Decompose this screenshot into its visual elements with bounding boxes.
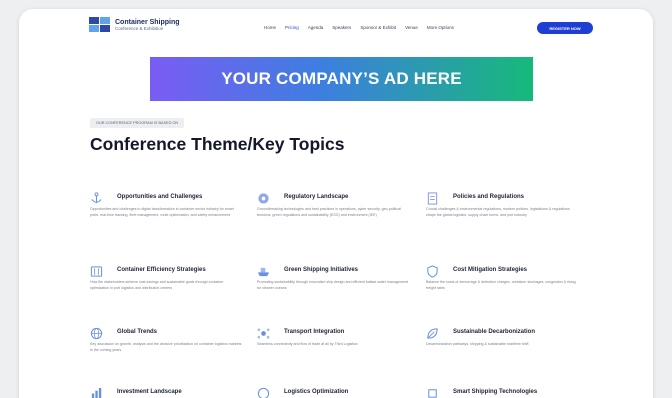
section-title: Conference Theme/Key Topics: [90, 134, 345, 154]
logo-text: Container Shipping Conference & Exhibiti…: [115, 19, 180, 32]
logo-subtitle: Conference & Exhibition: [115, 25, 164, 31]
nav-item-home[interactable]: Home: [264, 25, 276, 30]
network-icon: [257, 328, 270, 339]
topic-description: Opportunities and challenges in digital …: [90, 207, 234, 217]
anchor-icon: [91, 192, 102, 204]
globe-icon: [90, 327, 103, 340]
browser-frame: Container Shipping Conference & Exhibiti…: [19, 9, 653, 398]
nav-item-speakers[interactable]: Speakers: [332, 25, 351, 30]
topic-description: How the stakeholders achieve cost saving…: [90, 280, 224, 290]
ship-icon: [257, 267, 270, 277]
topic-title: Container Efficiency Strategies: [117, 267, 206, 273]
site-logo[interactable]: Container Shipping Conference & Exhibiti…: [89, 17, 180, 33]
topic-description: Decarbonization pathways, shipping & sus…: [426, 342, 529, 346]
topic-description: Seamless connectivity and flow of trade …: [257, 342, 358, 346]
main-nav: Home Pricing Agenda Speakers Sponsor & E…: [264, 25, 454, 30]
topic-description: Key discussion on growth, analysis and t…: [90, 342, 242, 352]
chart-icon: [91, 387, 102, 398]
topic-description: Crucial challenges & environmental regul…: [426, 207, 570, 217]
ad-banner-text: YOUR COMPANY’S AD HERE: [221, 69, 462, 88]
topic-title: Transport Integration: [284, 329, 345, 335]
nav-item-venue[interactable]: Venue: [405, 25, 418, 30]
container-icon: [90, 266, 103, 277]
gear-icon: [258, 193, 269, 204]
site-header: Container Shipping Conference & Exhibiti…: [19, 9, 653, 43]
section-badge: OUR CONFERENCE PROGRAM IS BASED ON: [90, 118, 185, 128]
topic-title: Investment Landscape: [117, 389, 182, 395]
topic-title: Sustainable Decarbonization: [453, 329, 536, 335]
topic-title: Policies and Regulations: [453, 194, 525, 200]
logo-mark-icon: [89, 17, 111, 33]
route-icon: [257, 387, 270, 398]
topic-title: Smart Shipping Technologies: [453, 389, 538, 395]
topic-title: Green Shipping Initiatives: [284, 267, 359, 273]
topic-title: Logistics Optimization: [284, 389, 349, 395]
document-icon: [427, 192, 438, 205]
nav-item-pricing[interactable]: Pricing: [285, 25, 299, 30]
nav-item-agenda[interactable]: Agenda: [308, 25, 324, 30]
topic-title: Cost Mitigation Strategies: [453, 267, 528, 273]
topic-description: Balance the costs of demurrage & detenti…: [426, 280, 576, 290]
ad-banner[interactable]: YOUR COMPANY’S AD HERE: [150, 57, 533, 101]
chip-icon: [428, 389, 437, 398]
topic-description: Groundbreaking technologies and best pra…: [257, 207, 401, 217]
nav-item-more-options[interactable]: More Options: [427, 25, 454, 30]
register-now-button[interactable]: REGISTER NOW: [537, 22, 593, 34]
topic-description: Promoting sustainability through innovat…: [257, 280, 408, 290]
logo-title: Container Shipping: [115, 18, 180, 26]
topic-title: Regulatory Landscape: [284, 194, 349, 200]
topic-title: Global Trends: [117, 329, 158, 335]
leaf-icon: [427, 328, 438, 339]
nav-item-sponsor[interactable]: Sponsor & Exhibit: [360, 25, 396, 30]
topic-title: Opportunities and Challenges: [117, 194, 203, 200]
shield-icon: [427, 265, 438, 278]
